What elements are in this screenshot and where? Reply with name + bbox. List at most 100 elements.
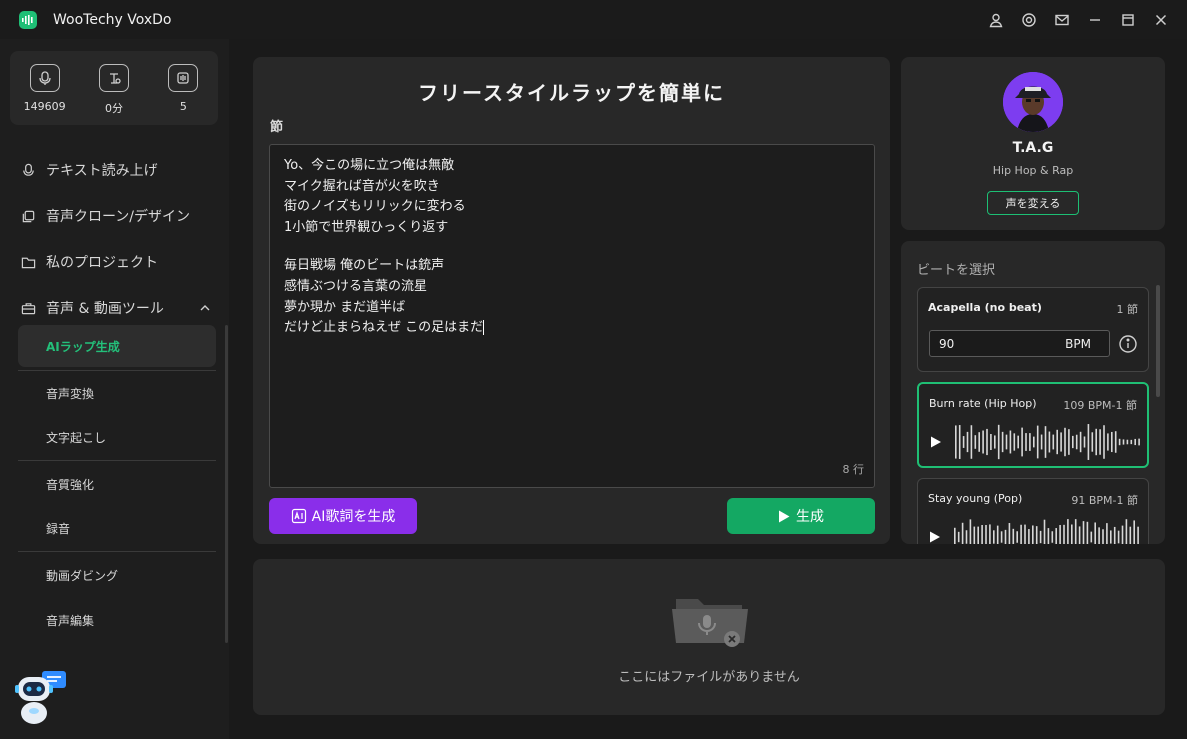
waveform-bar [1012,528,1015,544]
waveform-bar [1134,438,1136,446]
waveform-bar [1032,525,1034,544]
waveform-bar [981,525,983,544]
sidebar-item-clone[interactable]: 音声クローン/デザイン [0,193,229,239]
sidebar-item-audio-edit[interactable]: 音声編集 [18,599,216,641]
change-voice-button[interactable]: 声を変える [987,191,1079,215]
lyric-line: Yo、今この場に立つ俺は無敵 [284,158,455,173]
waveform-bar [1064,427,1066,457]
waveform-bar [1103,425,1105,459]
beat-item-acapella[interactable]: Acapella (no beat) 1 節 90 BPM [917,287,1149,372]
mail-icon[interactable] [1050,8,1074,32]
lyrics-textarea[interactable]: Yo、今この場に立つ俺は無敵 マイク握れば音が火を吹き 街のノイズもリリックに変… [269,144,875,488]
beat-info: 1 節 [1116,303,1139,316]
sidebar-item-dubbing[interactable]: 動画ダビング [18,554,216,596]
sidebar-item-voice-change[interactable]: 音声変換 [18,372,216,414]
sidebar-nav: テキスト読み上げ 音声クローン/デザイン 私のプロジェクト 音声 & 動画ツール [0,147,229,331]
lyric-line-last: だけど止まらねえぜ この足はまだ [284,320,485,336]
play-icon[interactable] [930,436,942,448]
waveform-bar [1133,520,1135,544]
lyric-line: 毎日戦場 俺のビートは銃声 [284,258,445,274]
artist-card: T.A.G Hip Hop & Rap 声を変える [901,57,1165,230]
lyric-line: 街のノイズもリリックに変わる [284,199,466,215]
account-icon[interactable] [984,8,1008,32]
chevron-up-icon[interactable] [199,302,211,314]
waveform-bar [961,522,964,544]
waveform-bar [1121,525,1124,544]
waveform-bar [1028,529,1030,544]
waveform-bar [1094,522,1096,544]
beat-scrollbar[interactable] [1156,285,1160,397]
bpm-input[interactable]: 90 BPM [929,330,1110,357]
waveform-bar [1117,530,1120,544]
waveform-bar [1060,432,1062,452]
beat-item-burn-rate[interactable]: Burn rate (Hip Hop) 109 BPM-1 節 [917,382,1149,468]
waveform-bar [1098,527,1100,544]
assistant-robot-icon[interactable] [14,671,66,725]
info-icon[interactable] [1118,334,1138,354]
waveform-bar [1086,521,1089,544]
waveform-bar [1020,524,1022,544]
beat-selection-panel: ビートを選択 Acapella (no beat) 1 節 90 BPM Bur… [901,241,1165,544]
app-logo-icon [19,10,37,29]
waveform-bar [1063,524,1065,544]
waveform-bar [1099,429,1101,455]
waveform-bar [1021,427,1023,457]
settings-icon[interactable] [1017,8,1041,32]
sidebar-item-record[interactable]: 録音 [18,507,216,549]
waveform-bar [1040,434,1043,450]
sidebar-scrollbar[interactable] [225,325,228,643]
sidebar-item-projects[interactable]: 私のプロジェクト [0,239,229,285]
waveform-bar [1025,433,1027,451]
waveform-bar [1078,526,1081,544]
sidebar-item-label: 音声クローン/デザイン [46,209,191,225]
empty-state-text: ここにはファイルがありません [618,670,800,685]
generate-button[interactable]: 生成 [727,498,875,534]
beat-item-stay-young[interactable]: Stay young (Pop) 91 BPM-1 節 [917,478,1149,544]
waveform-bar [1029,433,1031,451]
maximize-icon[interactable] [1116,8,1140,32]
waveform-bar [973,526,976,544]
waveform-bar [955,425,957,459]
title-bar: WooTechy VoxDo [0,0,1187,39]
waveform-bar [1125,519,1128,544]
waveform-bar [1017,435,1019,449]
lyric-line: 感情ぶつける言葉の流星 [284,278,428,294]
beat-name: Acapella (no beat) [928,301,1042,314]
waveform-bar [1001,431,1004,453]
close-icon[interactable] [1149,8,1173,32]
waveform-bar [1068,429,1070,455]
waveform-bar [1039,530,1042,544]
waveform-bar [1004,529,1007,544]
artist-avatar[interactable] [1003,72,1063,132]
waveform-bar [1013,433,1016,451]
waveform-bar [1035,526,1038,544]
waveform-bar [1005,434,1008,450]
waveform-bar [1090,531,1093,543]
minimize-icon[interactable] [1083,8,1107,32]
waveform-bar [957,531,960,543]
waveform-bar [1106,523,1108,544]
sidebar-item-tts[interactable]: テキスト読み上げ [0,147,229,193]
sidebar-item-enhance[interactable]: 音質強化 [18,463,216,505]
waveform-bar [1036,425,1039,459]
ai-icon [291,508,306,524]
verse-label: 節 [270,120,284,135]
rap-generator-panel: フリースタイルラップを簡単に 節 Yo、今この場に立つ俺は無敵 マイク握れば音が… [253,57,890,544]
play-icon[interactable] [929,531,941,543]
app-title: WooTechy VoxDo [53,11,172,28]
lyric-line: 夢か現か まだ道半ば [284,299,406,315]
waveform-bar [1122,439,1125,445]
ai-lyrics-button[interactable]: AI歌詞を生成 [269,498,417,534]
waveform-bar [1110,530,1112,544]
waveform-bar [1102,529,1104,544]
artist-name: T.A.G [1012,140,1054,156]
sidebar: 149609 0分 5 テキスト読み上げ 音声クローン/デザイン 私のプロジェク… [0,39,229,739]
waveform-bar [982,430,984,454]
clone-icon [168,64,199,92]
waveform-bar [1044,426,1047,458]
sidebar-item-ai-rap[interactable]: AIラップ生成 [18,325,216,367]
sidebar-item-transcribe[interactable]: 文字起こし [18,416,216,458]
waveform-bar [1126,439,1129,445]
text-cursor [483,320,485,336]
waveform-bar [1067,519,1069,544]
